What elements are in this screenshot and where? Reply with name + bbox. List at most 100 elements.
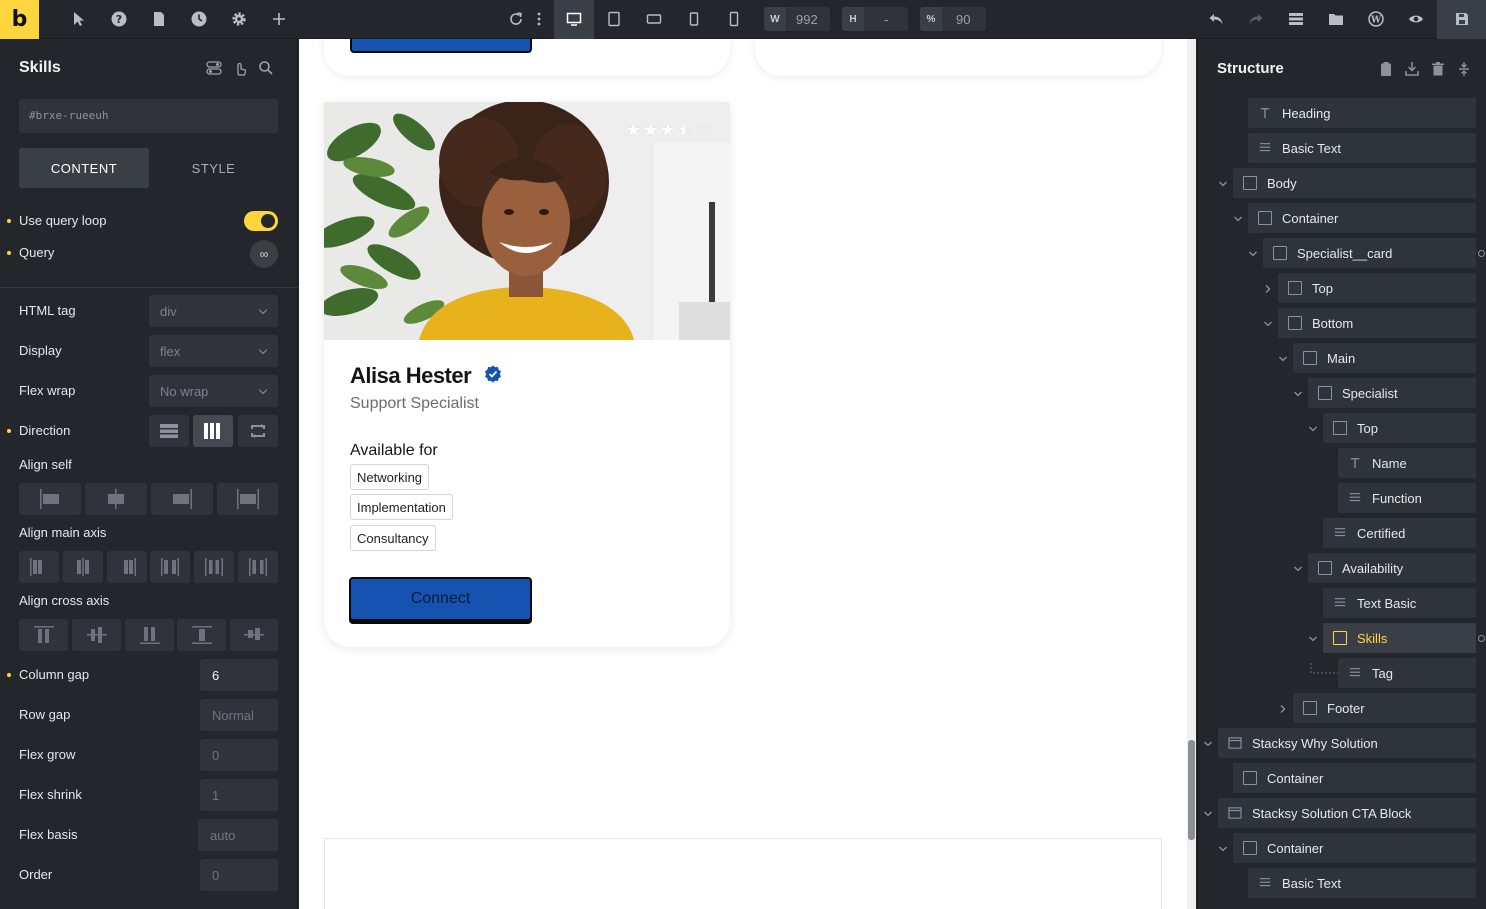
structure-node-basic-text-2[interactable]: Basic Text xyxy=(1248,868,1476,898)
tab-content[interactable]: CONTENT xyxy=(19,148,149,188)
chevron-down-icon[interactable] xyxy=(1293,389,1303,399)
structure-node-top-inner[interactable]: Top xyxy=(1323,413,1476,443)
structure-node-top[interactable]: Top xyxy=(1278,273,1476,303)
chevron-down-icon[interactable] xyxy=(1203,739,1213,749)
connect-button-fragment[interactable] xyxy=(350,39,532,53)
structure-node-container-3[interactable]: Container xyxy=(1233,833,1476,863)
chevron-down-icon[interactable] xyxy=(1203,809,1213,819)
align-items-baseline-button[interactable] xyxy=(230,619,278,651)
align-self-end-button[interactable] xyxy=(151,483,213,515)
skill-tag[interactable]: Consultancy xyxy=(350,525,436,551)
structure-node-function[interactable]: Function xyxy=(1338,483,1476,513)
help-icon[interactable]: ? xyxy=(109,9,129,29)
more-icon[interactable] xyxy=(529,9,549,29)
wordpress-icon[interactable]: W xyxy=(1366,9,1386,29)
zoom-field[interactable]: % 90 xyxy=(920,7,986,31)
order-input[interactable]: 0 xyxy=(200,859,278,891)
align-items-center-button[interactable] xyxy=(72,619,121,651)
undo-icon[interactable] xyxy=(1206,9,1226,29)
structure-node-container[interactable]: Container xyxy=(1248,203,1476,233)
width-field[interactable]: W 992 xyxy=(764,7,830,31)
structure-node-name[interactable]: Name xyxy=(1338,448,1476,478)
chevron-down-icon[interactable] xyxy=(1218,179,1228,189)
justify-end-button[interactable] xyxy=(107,551,147,583)
direction-reverse-button[interactable] xyxy=(238,415,278,447)
chevron-down-icon[interactable] xyxy=(1278,354,1288,364)
align-items-start-button[interactable] xyxy=(19,619,68,651)
preview-canvas[interactable]: ★★★⯪☆ Alisa Hester Support Specialist Av… xyxy=(299,39,1187,909)
chevron-down-icon[interactable] xyxy=(1308,634,1318,644)
interactions-icon[interactable] xyxy=(232,60,248,76)
use-query-loop-toggle[interactable] xyxy=(244,211,278,231)
align-self-center-button[interactable] xyxy=(85,483,147,515)
mobile-landscape-icon[interactable] xyxy=(684,9,704,29)
align-items-end-button[interactable] xyxy=(125,619,174,651)
search-icon[interactable] xyxy=(258,60,274,76)
chevron-down-icon[interactable] xyxy=(1293,564,1303,574)
justify-space-between-button[interactable] xyxy=(150,551,190,583)
tab-style[interactable]: STYLE xyxy=(149,148,278,188)
display-select[interactable]: flex xyxy=(149,335,278,367)
align-items-stretch-button[interactable] xyxy=(177,619,226,651)
bricks-logo[interactable]: b xyxy=(0,0,39,39)
desktop-icon[interactable] xyxy=(564,9,584,29)
tablet-landscape-icon[interactable] xyxy=(604,9,624,29)
justify-space-evenly-button[interactable] xyxy=(238,551,278,583)
chevron-right-icon[interactable] xyxy=(1278,704,1288,714)
skill-tag[interactable]: Networking xyxy=(350,464,430,490)
skill-tag[interactable]: Implementation xyxy=(350,494,453,520)
mobile-portrait-icon[interactable] xyxy=(724,9,744,29)
chevron-down-icon[interactable] xyxy=(1218,844,1228,854)
import-icon[interactable] xyxy=(1404,61,1420,77)
html-tag-select[interactable]: div xyxy=(149,295,278,327)
structure-node-skills-selected[interactable]: Skills xyxy=(1323,623,1476,653)
structure-node-body[interactable]: Body xyxy=(1233,168,1476,198)
history-icon[interactable] xyxy=(189,9,209,29)
query-infinity-button[interactable]: ∞ xyxy=(250,240,278,268)
align-self-stretch-button[interactable] xyxy=(217,483,278,515)
structure-node-heading[interactable]: Heading xyxy=(1248,98,1476,128)
align-self-start-button[interactable] xyxy=(19,483,81,515)
height-field[interactable]: H - xyxy=(842,7,908,31)
chevron-down-icon[interactable] xyxy=(1248,249,1258,259)
chevron-down-icon[interactable] xyxy=(1233,214,1243,224)
structure-node-container-2[interactable]: Container xyxy=(1233,763,1476,793)
canvas-scrollbar-thumb[interactable] xyxy=(1188,740,1195,840)
direction-column-button[interactable] xyxy=(149,415,189,447)
justify-start-button[interactable] xyxy=(19,551,59,583)
reload-icon[interactable] xyxy=(506,9,526,29)
justify-center-button[interactable] xyxy=(63,551,103,583)
element-id-field[interactable]: #brxe-rueeuh xyxy=(19,99,278,133)
width-value[interactable]: 992 xyxy=(786,12,818,27)
specialist-card[interactable]: ★★★⯪☆ Alisa Hester Support Specialist Av… xyxy=(324,102,730,647)
flex-wrap-select[interactable]: No wrap xyxy=(149,375,278,407)
folder-icon[interactable] xyxy=(1326,9,1346,29)
structure-node-tag[interactable]: Tag xyxy=(1338,658,1476,688)
structure-node-certified[interactable]: Certified xyxy=(1323,518,1476,548)
trash-icon[interactable] xyxy=(1430,61,1446,77)
column-gap-input[interactable]: 6 xyxy=(200,659,278,691)
redo-icon[interactable] xyxy=(1246,9,1266,29)
structure-node-bottom[interactable]: Bottom xyxy=(1278,308,1476,338)
structure-node-basic-text[interactable]: Basic Text xyxy=(1248,133,1476,163)
settings-icon[interactable] xyxy=(229,9,249,29)
preview-icon[interactable] xyxy=(1406,9,1426,29)
tablet-portrait-icon[interactable] xyxy=(644,9,664,29)
connect-button[interactable]: Connect xyxy=(349,577,532,621)
save-button[interactable] xyxy=(1437,0,1486,39)
pages-icon[interactable] xyxy=(149,9,169,29)
structure-node-stacksy-cta[interactable]: Stacksy Solution CTA Block xyxy=(1218,798,1476,828)
flex-shrink-input[interactable]: 1 xyxy=(200,779,278,811)
cursor-icon[interactable] xyxy=(69,9,89,29)
structure-node-footer[interactable]: Footer xyxy=(1293,693,1476,723)
chevron-down-icon[interactable] xyxy=(1263,319,1273,329)
structure-node-specialist[interactable]: Specialist xyxy=(1308,378,1476,408)
chevron-right-icon[interactable] xyxy=(1263,284,1273,294)
collapse-all-icon[interactable] xyxy=(1456,61,1472,77)
direction-row-button[interactable] xyxy=(193,415,233,447)
add-icon[interactable] xyxy=(269,9,289,29)
zoom-value[interactable]: 90 xyxy=(942,12,970,27)
toggle-options-icon[interactable] xyxy=(206,60,222,76)
flex-grow-input[interactable]: 0 xyxy=(200,739,278,771)
structure-node-availability[interactable]: Availability xyxy=(1308,553,1476,583)
